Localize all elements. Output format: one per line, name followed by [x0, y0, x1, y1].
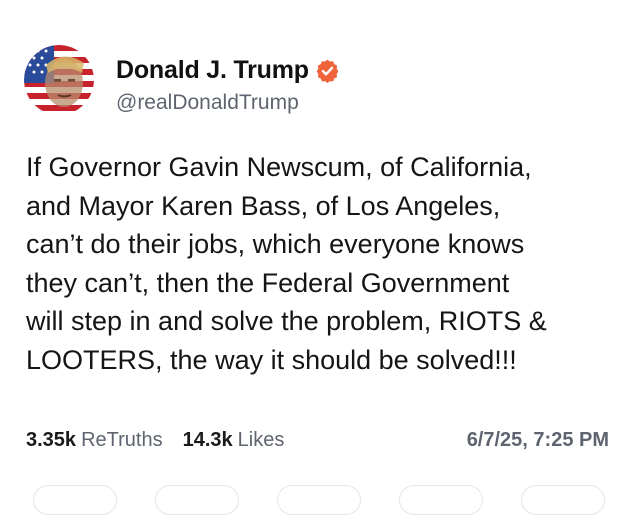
retruths-count: 3.35k: [26, 428, 77, 451]
retruths-stat[interactable]: 3.35k ReTruths: [26, 429, 163, 452]
post-stats: 3.35k ReTruths 14.3k Likes: [26, 427, 284, 453]
author-name-row: Donald J. Trump: [116, 55, 340, 85]
post-text: If Governor Gavin Newscum, of California…: [26, 152, 547, 375]
author-handle[interactable]: @realDonaldTrump: [116, 91, 299, 115]
post-card: Donald J. Trump @realDonaldTrump If Gove…: [0, 0, 633, 515]
more-icon[interactable]: [521, 485, 605, 515]
avatar[interactable]: [24, 45, 94, 115]
retruth-icon[interactable]: [155, 485, 239, 515]
author-name[interactable]: Donald J. Trump: [116, 56, 309, 85]
likes-label: Likes: [237, 428, 285, 451]
flag-portrait-avatar-icon: [24, 45, 94, 115]
retruths-label: ReTruths: [81, 428, 163, 451]
likes-count: 14.3k: [182, 428, 233, 451]
like-icon[interactable]: [277, 485, 361, 515]
share-icon[interactable]: [399, 485, 483, 515]
post-timestamp: 6/7/25, 7:25 PM: [466, 428, 609, 451]
verified-badge-icon: [315, 58, 340, 83]
action-bar: [0, 485, 633, 515]
likes-stat[interactable]: 14.3k Likes: [183, 429, 285, 452]
reply-icon[interactable]: [33, 485, 117, 515]
